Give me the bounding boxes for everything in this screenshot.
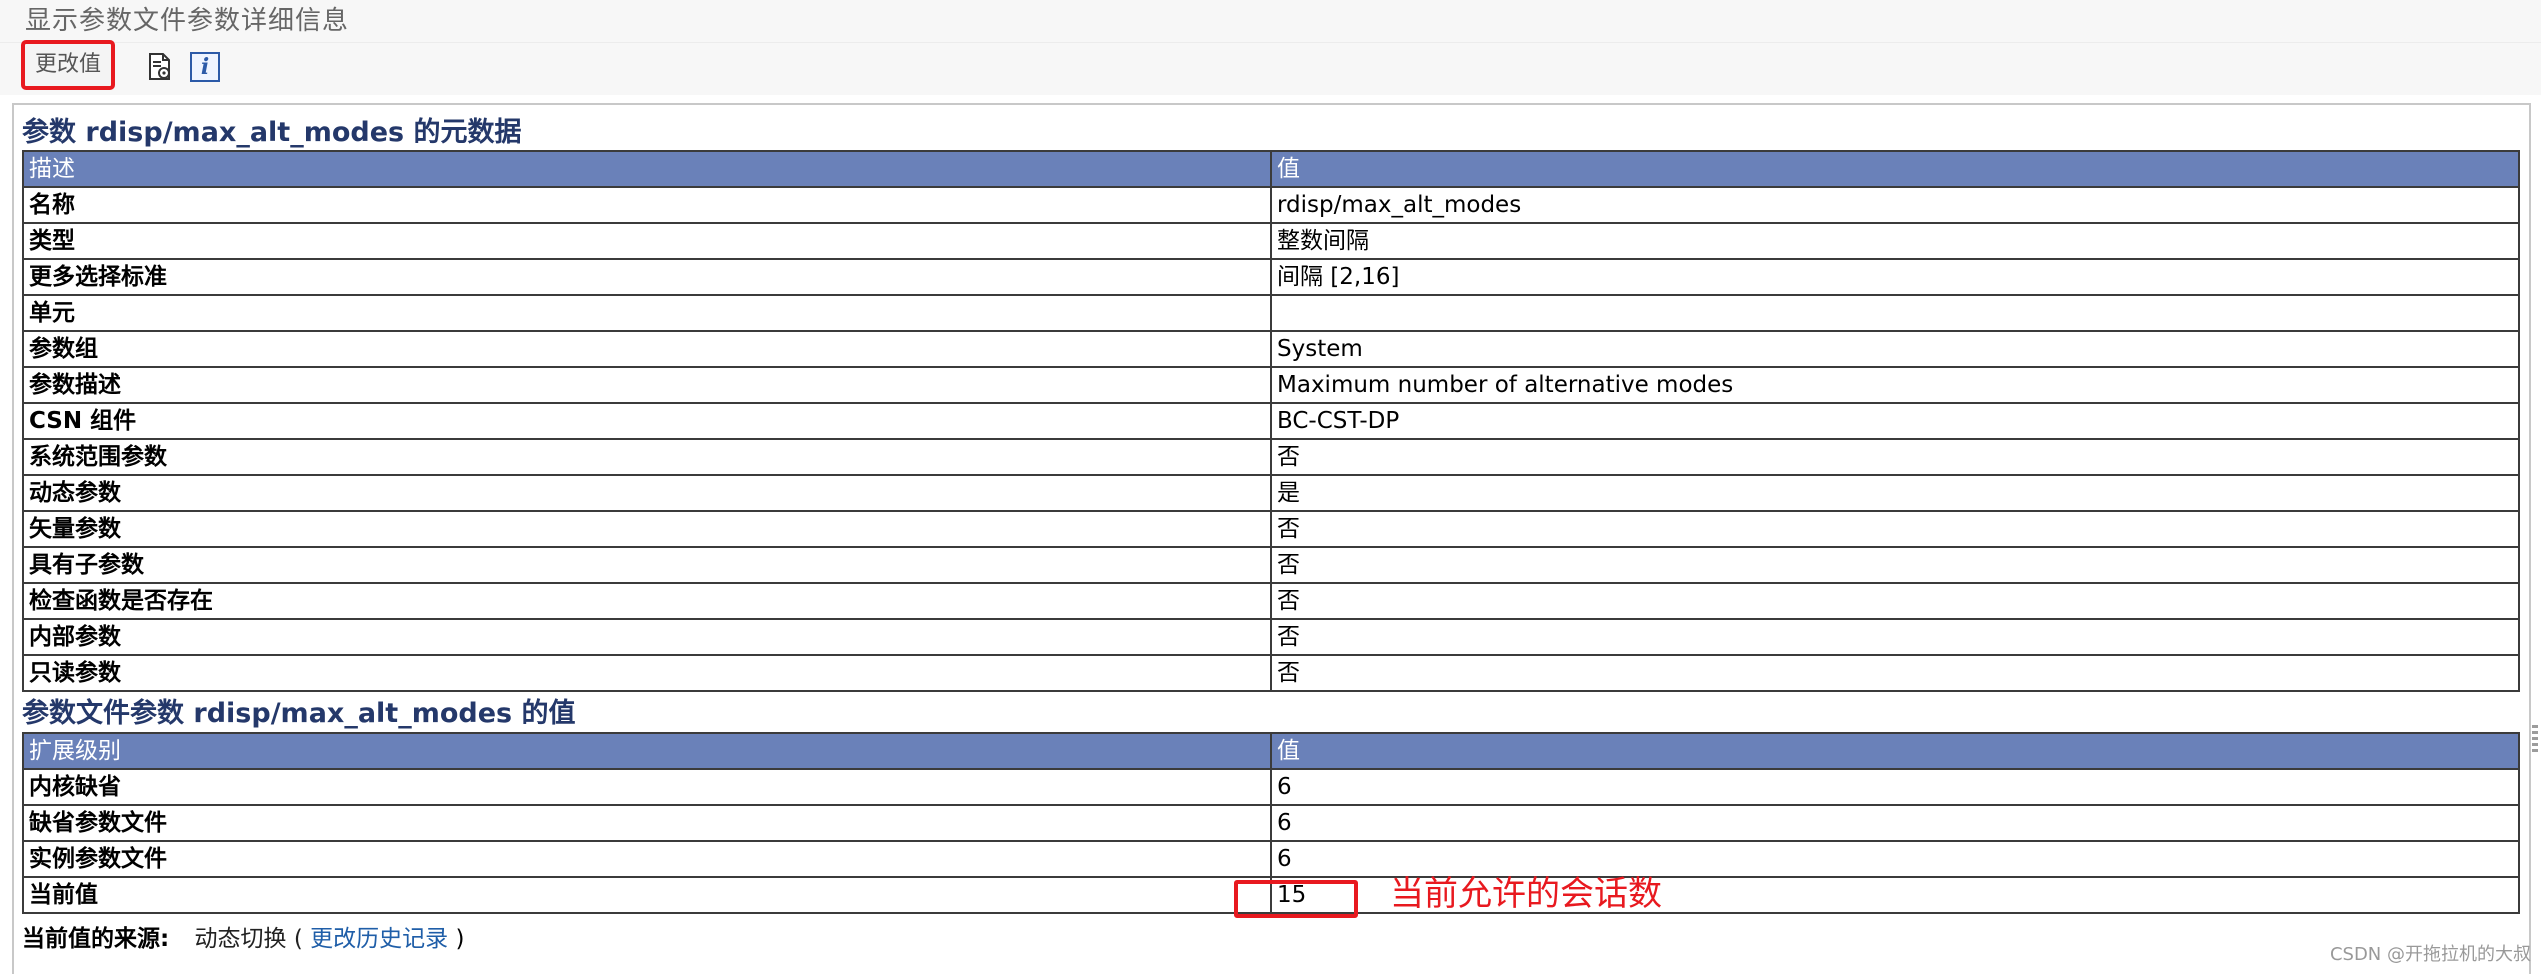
row-key: 当前值: [22, 876, 1272, 914]
row-value: 6: [1270, 804, 2520, 842]
toolbar: [0, 43, 2541, 95]
watermark: CSDN @开拖拉机的大叔: [2329, 944, 2531, 965]
scrollbar-grip[interactable]: [2532, 725, 2538, 755]
row-key: 参数组: [22, 330, 1272, 368]
table-row: 检查函数是否存在否: [22, 582, 2520, 620]
row-key: 类型: [22, 222, 1272, 260]
annotation-text: 当前允许的会话数: [1390, 874, 1662, 914]
row-value: 否: [1270, 438, 2520, 476]
table-row: 内核缺省 6: [22, 768, 2520, 806]
row-key: 更多选择标准: [22, 258, 1272, 296]
row-key: 动态参数: [22, 474, 1272, 512]
row-value: System: [1270, 330, 2520, 368]
metadata-table: 描述 值 名称 rdisp/max_alt_modes 类型 整数间隔 更多选择标准…: [22, 150, 2520, 692]
column-header-level: 扩展级别: [22, 732, 1272, 770]
row-value: 是: [1270, 474, 2520, 512]
info-icon[interactable]: i: [190, 52, 220, 82]
row-value: BC-CST-DP: [1270, 402, 2520, 440]
table-row: 只读参数否: [22, 654, 2520, 692]
column-header-value: 值: [1270, 732, 2520, 770]
row-value: 间隔 [2,16]: [1270, 258, 2520, 296]
table-row: 实例参数文件 6: [22, 840, 2520, 878]
window-title-bar: 显示参数文件参数详细信息: [0, 0, 2541, 43]
row-key: 只读参数: [22, 654, 1272, 692]
row-value: [1270, 294, 2520, 332]
source-label: 当前值的来源:: [22, 926, 170, 952]
metadata-header-row: 描述 值: [22, 150, 2520, 188]
source-value: 动态切换 (: [194, 926, 303, 952]
table-row: 具有子参数否: [22, 546, 2520, 584]
row-key: 系统范围参数: [22, 438, 1272, 476]
source-value-suffix: ): [455, 926, 465, 952]
current-value-highlight: [1234, 880, 1358, 918]
change-history-link[interactable]: 更改历史记录: [310, 926, 448, 952]
row-value: rdisp/max_alt_modes: [1270, 186, 2520, 224]
row-key: 具有子参数: [22, 546, 1272, 584]
column-header-value: 值: [1270, 150, 2520, 188]
change-value-button[interactable]: 更改值: [21, 40, 115, 90]
table-row: 参数组 System: [22, 330, 2520, 368]
values-header-row: 扩展级别 值: [22, 732, 2520, 770]
table-row: 缺省参数文件 6: [22, 804, 2520, 842]
document-settings-icon[interactable]: [145, 52, 175, 82]
table-row: 类型 整数间隔: [22, 222, 2520, 260]
row-value: 否: [1270, 654, 2520, 692]
table-row: 单元: [22, 294, 2520, 332]
row-key: 实例参数文件: [22, 840, 1272, 878]
table-row: 动态参数是: [22, 474, 2520, 512]
row-key: 缺省参数文件: [22, 804, 1272, 842]
table-row: 内部参数否: [22, 618, 2520, 656]
table-row: 参数描述 Maximum number of alternative modes: [22, 366, 2520, 404]
row-key: 内核缺省: [22, 768, 1272, 806]
current-value-source: 当前值的来源: 动态切换 ( 更改历史记录 ): [22, 922, 464, 956]
row-key: 检查函数是否存在: [22, 582, 1272, 620]
row-key: CSN 组件: [22, 402, 1272, 440]
column-header-description: 描述: [22, 150, 1272, 188]
row-value: 否: [1270, 582, 2520, 620]
row-key: 单元: [22, 294, 1272, 332]
table-row: 矢量参数否: [22, 510, 2520, 548]
values-section-title: 参数文件参数 rdisp/max_alt_modes 的值: [22, 698, 576, 729]
table-row: 名称 rdisp/max_alt_modes: [22, 186, 2520, 224]
metadata-section-title: 参数 rdisp/max_alt_modes 的元数据: [22, 117, 522, 148]
table-row: 更多选择标准 间隔 [2,16]: [22, 258, 2520, 296]
table-row: CSN 组件 BC-CST-DP: [22, 402, 2520, 440]
row-value: 否: [1270, 618, 2520, 656]
row-value: Maximum number of alternative modes: [1270, 366, 2520, 404]
row-key: 名称: [22, 186, 1272, 224]
row-value: 否: [1270, 510, 2520, 548]
row-value: 6: [1270, 768, 2520, 806]
row-key: 参数描述: [22, 366, 1272, 404]
row-key: 矢量参数: [22, 510, 1272, 548]
row-key: 内部参数: [22, 618, 1272, 656]
row-value: 整数间隔: [1270, 222, 2520, 260]
row-value: 否: [1270, 546, 2520, 584]
window-title: 显示参数文件参数详细信息: [25, 6, 350, 36]
table-row: 系统范围参数否: [22, 438, 2520, 476]
